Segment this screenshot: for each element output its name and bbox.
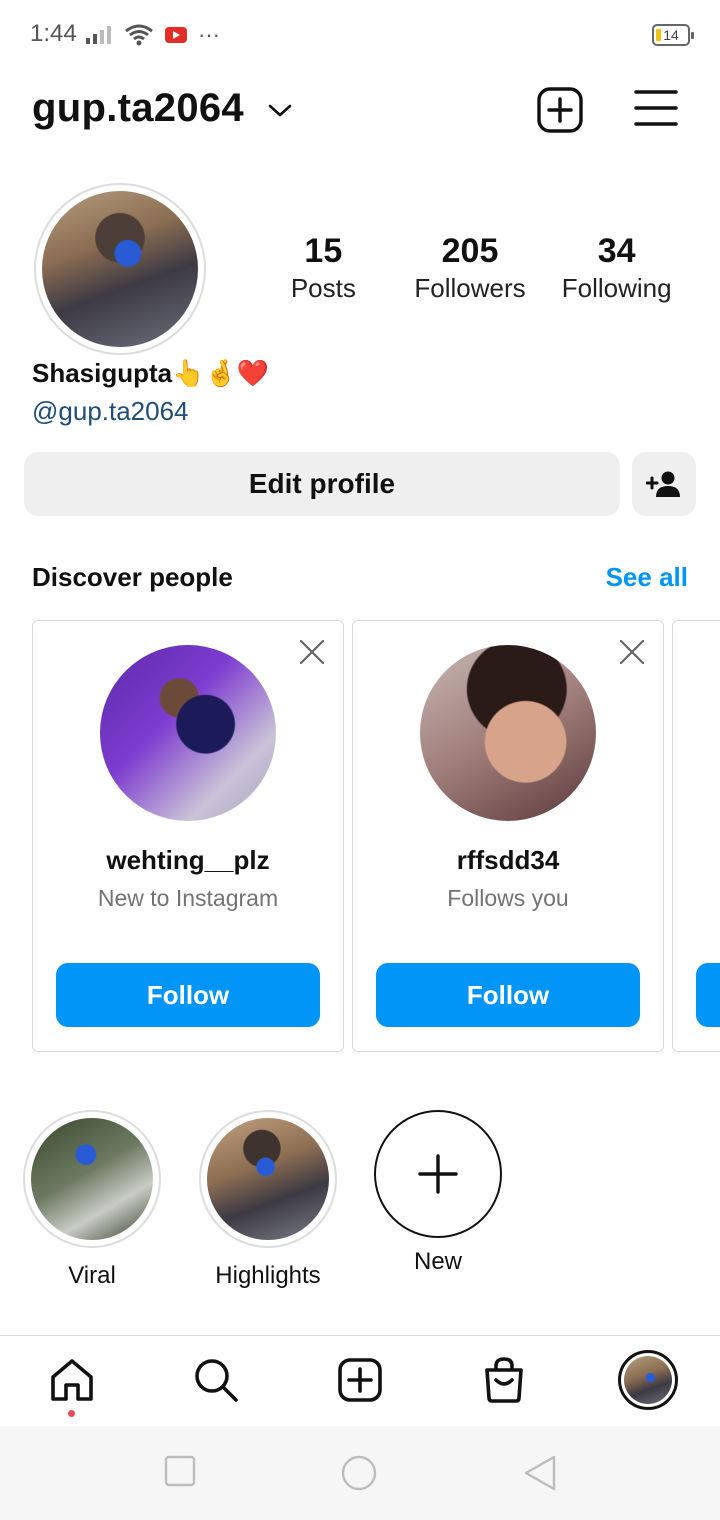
suggestion-carousel[interactable]: wehting__plz New to Instagram Follow rff… (32, 620, 720, 1052)
tab-profile[interactable] (618, 1350, 678, 1410)
highlight-highlights[interactable]: Highlights (198, 1110, 338, 1290)
follow-button[interactable]: Follow (376, 963, 640, 1027)
add-person-icon (646, 471, 680, 497)
create-icon (338, 1358, 382, 1402)
suggestion-avatar[interactable] (420, 645, 596, 821)
profile-avatar[interactable] (34, 183, 206, 355)
tab-create[interactable] (334, 1354, 386, 1406)
suggestion-card-partial (672, 620, 720, 1052)
home-circle-icon[interactable] (340, 1454, 378, 1492)
highlight-label: Highlights (215, 1262, 321, 1289)
search-icon (195, 1359, 238, 1402)
notification-dot (68, 1410, 75, 1417)
profile-header: gup.ta2064 (0, 80, 720, 144)
account-username[interactable]: gup.ta2064 (32, 86, 244, 131)
stat-following[interactable]: 34 Following (543, 230, 690, 304)
highlight-cover (207, 1118, 329, 1240)
bottom-tab-bar (0, 1336, 720, 1426)
follow-button[interactable]: Follow (56, 963, 320, 1027)
suggestion-username[interactable]: rffsdd34 (353, 845, 663, 876)
suggestion-card: wehting__plz New to Instagram Follow (32, 620, 344, 1052)
stat-followers[interactable]: 205 Followers (397, 230, 544, 304)
highlight-label: Viral (68, 1262, 116, 1289)
profile-photo (42, 191, 198, 347)
posts-label: Posts (290, 273, 356, 303)
close-icon[interactable] (297, 637, 327, 667)
profile-full-name: Shasigupta👆🤞❤️ (32, 358, 270, 388)
highlight-ring (199, 1110, 337, 1248)
following-count: 34 (597, 232, 636, 270)
battery-indicator: 14 (652, 24, 694, 46)
suggestion-username[interactable]: wehting__plz (33, 845, 343, 876)
plus-icon (418, 1154, 458, 1194)
status-bar: 1:44 ··· 14 (0, 0, 720, 70)
youtube-icon (165, 27, 187, 43)
highlight-ring (23, 1110, 161, 1248)
home-icon (51, 1359, 93, 1401)
wifi-icon (125, 24, 153, 46)
back-icon[interactable] (522, 1454, 558, 1492)
following-label: Following (561, 273, 672, 303)
discover-people-title: Discover people (32, 562, 233, 592)
chevron-down-icon[interactable] (266, 100, 294, 120)
followers-label: Followers (414, 273, 526, 303)
signal-icon (86, 26, 111, 44)
profile-stats: 15 Posts 205 Followers 34 Following (250, 230, 690, 304)
close-icon[interactable] (617, 637, 647, 667)
discover-people-button[interactable] (632, 452, 696, 516)
posts-count: 15 (304, 232, 343, 270)
profile-handle-link[interactable]: @gup.ta2064 (32, 396, 189, 427)
shop-icon (485, 1357, 523, 1403)
suggestion-card: rffsdd34 Follows you Follow (352, 620, 664, 1052)
new-highlight-ring (374, 1110, 502, 1238)
tab-home[interactable] (46, 1354, 98, 1406)
highlight-label: New (413, 1248, 462, 1275)
more-notifications-icon: ··· (198, 22, 220, 47)
suggestion-reason: New to Instagram (97, 885, 279, 911)
stat-posts[interactable]: 15 Posts (250, 230, 397, 304)
highlight-cover (31, 1118, 153, 1240)
new-highlight-button[interactable]: New (368, 1110, 508, 1276)
see-all-link[interactable]: See all (606, 562, 688, 593)
highlight-viral[interactable]: Viral (22, 1110, 162, 1290)
edit-profile-button[interactable]: Edit profile (24, 452, 620, 516)
status-icons: ··· (84, 22, 220, 48)
tab-search[interactable] (190, 1354, 242, 1406)
suggestion-avatar[interactable] (100, 645, 276, 821)
follow-button-partial[interactable] (696, 963, 720, 1027)
profile-avatar-small (624, 1356, 672, 1404)
suggestion-reason: Follows you (447, 885, 569, 911)
system-navigation-bar (0, 1426, 720, 1520)
story-highlights: Viral Highlights New (0, 1110, 720, 1300)
tab-shop[interactable] (478, 1354, 530, 1406)
followers-count: 205 (441, 232, 499, 270)
recents-icon[interactable] (164, 1454, 196, 1488)
new-post-icon[interactable] (536, 86, 584, 134)
menu-icon[interactable] (634, 88, 678, 130)
status-time: 1:44 (30, 20, 77, 47)
